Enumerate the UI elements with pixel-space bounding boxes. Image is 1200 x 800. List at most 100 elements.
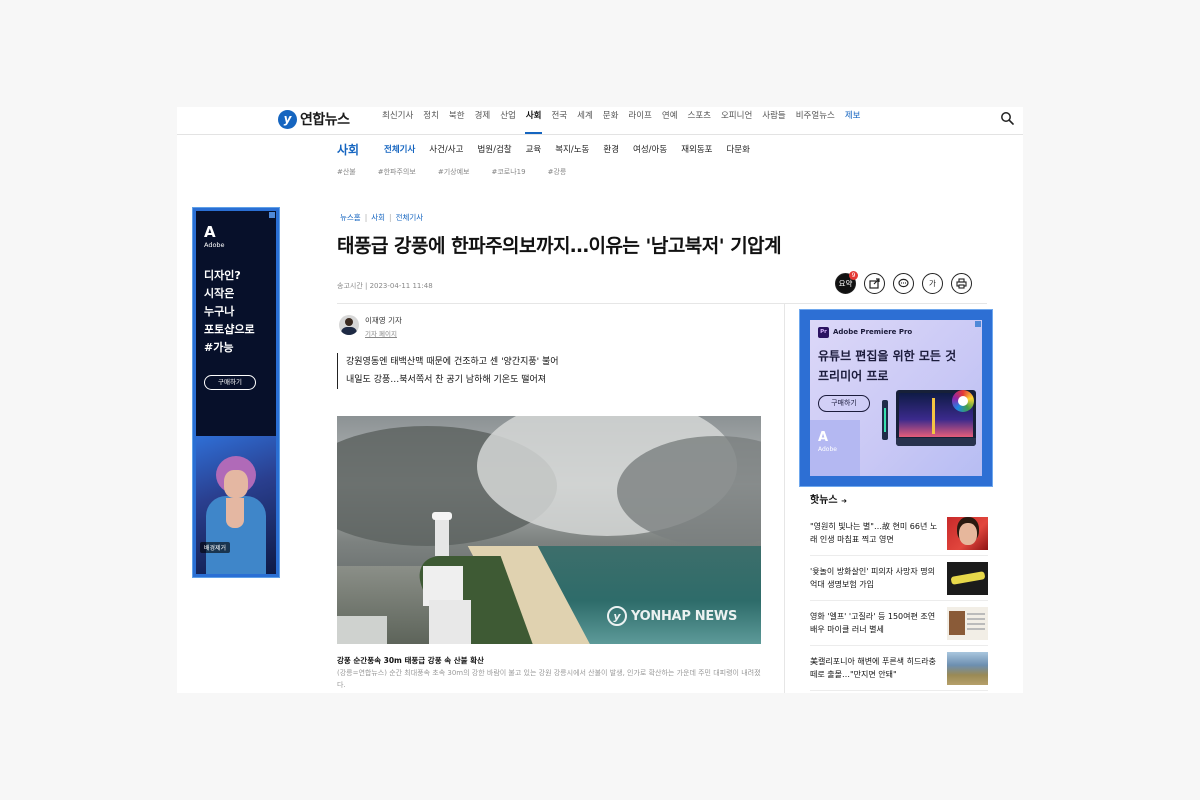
avatar-body (341, 327, 357, 335)
page: y 연합뉴스 최신기사 정치 북한 경제 산업 사회 전국 세계 문화 라이프 연예 스포츠 오피니언 사… (177, 107, 1023, 693)
hashtag-link[interactable]: #한파주의보 (378, 167, 416, 177)
right-ad-product: Adobe Premiere Pro (833, 328, 913, 336)
author-card: 이재영 기자 기자 페이지 (339, 315, 402, 338)
print-button[interactable] (951, 273, 972, 294)
nav-item[interactable]: 산업 (495, 107, 521, 134)
article-photo[interactable]: y YONHAP NEWS (337, 416, 761, 644)
right-ad-buy-button[interactable]: 구매하기 (818, 395, 870, 412)
premiere-pro-icon: Pr (818, 327, 829, 338)
hashtag-list: #산불 #한파주의보 #기상예보 #코로나19 #강릉 (337, 167, 588, 177)
hot-news-list: "영원히 빛나는 별"…故 현미 66년 노래 인생 마침표 찍고 영면 '윷놀… (810, 511, 988, 691)
hot-news-headline: '윷놀이 방화살인' 피의자 사망자 명의 억대 생명보험 가입 (810, 567, 935, 589)
hot-news-thumbnail (947, 516, 988, 550)
section-menu: 전체기사 사건/사고 법원/검찰 교육 복지/노동 환경 여성/아동 재외동포 다문화 (377, 143, 757, 155)
right-banner-ad[interactable]: Pr Adobe Premiere Pro 유튜브 편집을 위한 모든 것 프리… (799, 309, 993, 487)
right-ad-brand: Adobe (818, 446, 837, 453)
section-tab[interactable]: 복지/노동 (548, 143, 596, 155)
section-tab[interactable]: 환경 (596, 143, 626, 155)
section-tab[interactable]: 사건/사고 (422, 143, 470, 155)
left-ad-copy-line: 포토샵으로 (204, 323, 255, 336)
nav-item[interactable]: 전국 (546, 107, 572, 134)
author-name[interactable]: 이재영 기자 (365, 315, 402, 326)
summary-line: 강원영동엔 태백산맥 때문에 건조하고 센 '양간지풍' 불어 (346, 357, 559, 367)
left-ad-copy-line: 시작은 (204, 287, 235, 300)
left-banner-ad[interactable]: A Adobe 디자인? 시작은 누구나 포토샵으로 #가능 구매하기 배경제거 (192, 207, 280, 578)
article-summary: 강원영동엔 태백산맥 때문에 건조하고 센 '양간지풍' 불어 내일도 강풍…북… (337, 353, 559, 389)
share-button[interactable] (864, 273, 885, 294)
ad-illustration-tower (932, 398, 935, 434)
hashtag-link[interactable]: #산불 (337, 167, 356, 177)
hashtag-link[interactable]: #기상예보 (438, 167, 470, 177)
ad-illustration-meter (882, 400, 888, 440)
section-title[interactable]: 사회 (337, 141, 359, 158)
hot-news-thumbnail (947, 651, 988, 685)
font-size-button[interactable]: 가 (922, 273, 943, 294)
published-time: 송고시간 | 2023-04-11 11:48 (337, 282, 433, 290)
global-nav: y 연합뉴스 최신기사 정치 북한 경제 산업 사회 전국 세계 문화 라이프 연예 스포츠 오피니언 사… (177, 107, 1023, 135)
section-tab[interactable]: 재외동포 (674, 143, 719, 155)
hashtag-link[interactable]: #강릉 (548, 167, 567, 177)
section-tab[interactable]: 교육 (519, 143, 549, 155)
section-tab[interactable]: 법원/검찰 (470, 143, 518, 155)
ad-info-icon[interactable] (975, 321, 981, 327)
nav-item[interactable]: 라이프 (623, 107, 656, 134)
nav-item[interactable]: 북한 (444, 107, 470, 134)
section-tab[interactable]: 다문화 (719, 143, 756, 155)
list-item[interactable]: '윷놀이 방화살인' 피의자 사망자 명의 억대 생명보험 가입 (810, 556, 988, 601)
author-page-link[interactable]: 기자 페이지 (365, 328, 402, 338)
ad-figure-neck (226, 498, 244, 528)
list-item[interactable]: 美캘리포니아 해변에 푸른색 히드라충 떼로 출몰…"만지면 안돼" (810, 646, 988, 691)
summary-button[interactable]: 요약 9 (835, 271, 858, 294)
right-ad-copy: 유튜브 편집을 위한 모든 것 프리미어 프로 (818, 346, 956, 386)
photo-tower (432, 512, 452, 556)
summary-line: 내일도 강풍…북서쪽서 찬 공기 남하해 기온도 떨어져 (346, 375, 547, 385)
right-ad-copy-line: 프리미어 프로 (818, 369, 889, 383)
article-title: 태풍급 강풍에 한파주의보까지…이유는 '남고북저' 기압계 (337, 235, 782, 257)
column-divider (784, 303, 785, 693)
summary-label: 요약 (838, 279, 853, 288)
nav-item[interactable]: 경제 (470, 107, 496, 134)
list-item[interactable]: "영원히 빛나는 별"…故 현미 66년 노래 인생 마침표 찍고 영면 (810, 511, 988, 556)
breadcrumb-separator: | (389, 213, 392, 222)
left-ad-copy-line: 디자인? (204, 269, 241, 282)
comment-button[interactable] (893, 273, 914, 294)
left-ad-brand: Adobe (204, 241, 225, 249)
hashtag-link[interactable]: #코로나19 (491, 167, 525, 177)
hot-news-headline: 영화 '엘프' '고질라' 등 150여편 조연배우 마이클 러너 별세 (810, 612, 936, 634)
avatar[interactable] (339, 315, 359, 335)
nav-item[interactable]: 문화 (598, 107, 624, 134)
nav-item[interactable]: 오피니언 (716, 107, 757, 134)
print-icon (956, 278, 967, 289)
breadcrumb-home[interactable]: 뉴스홈 (340, 213, 361, 222)
nav-item[interactable]: 스포츠 (683, 107, 716, 134)
left-ad-buy-button[interactable]: 구매하기 (204, 375, 256, 390)
main-menu: 최신기사 정치 북한 경제 산업 사회 전국 세계 문화 라이프 연예 스포츠 오피니언 사람들 비주얼뉴스… (377, 107, 865, 134)
hot-news-thumbnail (947, 606, 988, 640)
nav-item[interactable]: 제보 (840, 107, 866, 134)
photo-building (429, 600, 471, 644)
section-tab[interactable]: 여성/아동 (626, 143, 674, 155)
summary-badge: 9 (849, 271, 858, 280)
left-ad-body: A Adobe 디자인? 시작은 누구나 포토샵으로 #가능 구매하기 배경제거 (196, 211, 276, 574)
breadcrumb-section[interactable]: 사회 (371, 213, 385, 222)
section-tab[interactable]: 전체기사 (377, 143, 422, 155)
nav-item[interactable]: 사람들 (757, 107, 790, 134)
left-ad-image-tag: 배경제거 (200, 542, 231, 553)
site-logo[interactable]: y 연합뉴스 (278, 108, 350, 130)
nav-item[interactable]: 비주얼뉴스 (791, 107, 840, 134)
photo-watermark: y YONHAP NEWS (607, 606, 737, 626)
nav-item[interactable]: 연예 (657, 107, 683, 134)
font-size-label: 가 (929, 279, 936, 288)
nav-item[interactable]: 사회 (521, 107, 547, 134)
adobe-logo-icon: A (204, 223, 216, 241)
list-item[interactable]: 영화 '엘프' '고질라' 등 150여편 조연배우 마이클 러너 별세 (810, 601, 988, 646)
hot-news-title[interactable]: 핫뉴스 ➜ (810, 491, 847, 506)
ad-info-icon[interactable] (269, 212, 275, 218)
nav-item[interactable]: 정치 (418, 107, 444, 134)
ad-illustration-timeline (896, 438, 976, 446)
left-ad-copy-line: #가능 (204, 341, 234, 354)
search-icon[interactable] (1000, 111, 1014, 125)
nav-item[interactable]: 세계 (572, 107, 598, 134)
nav-item[interactable]: 최신기사 (377, 107, 418, 134)
breadcrumb-subsection[interactable]: 전체기사 (396, 213, 424, 222)
